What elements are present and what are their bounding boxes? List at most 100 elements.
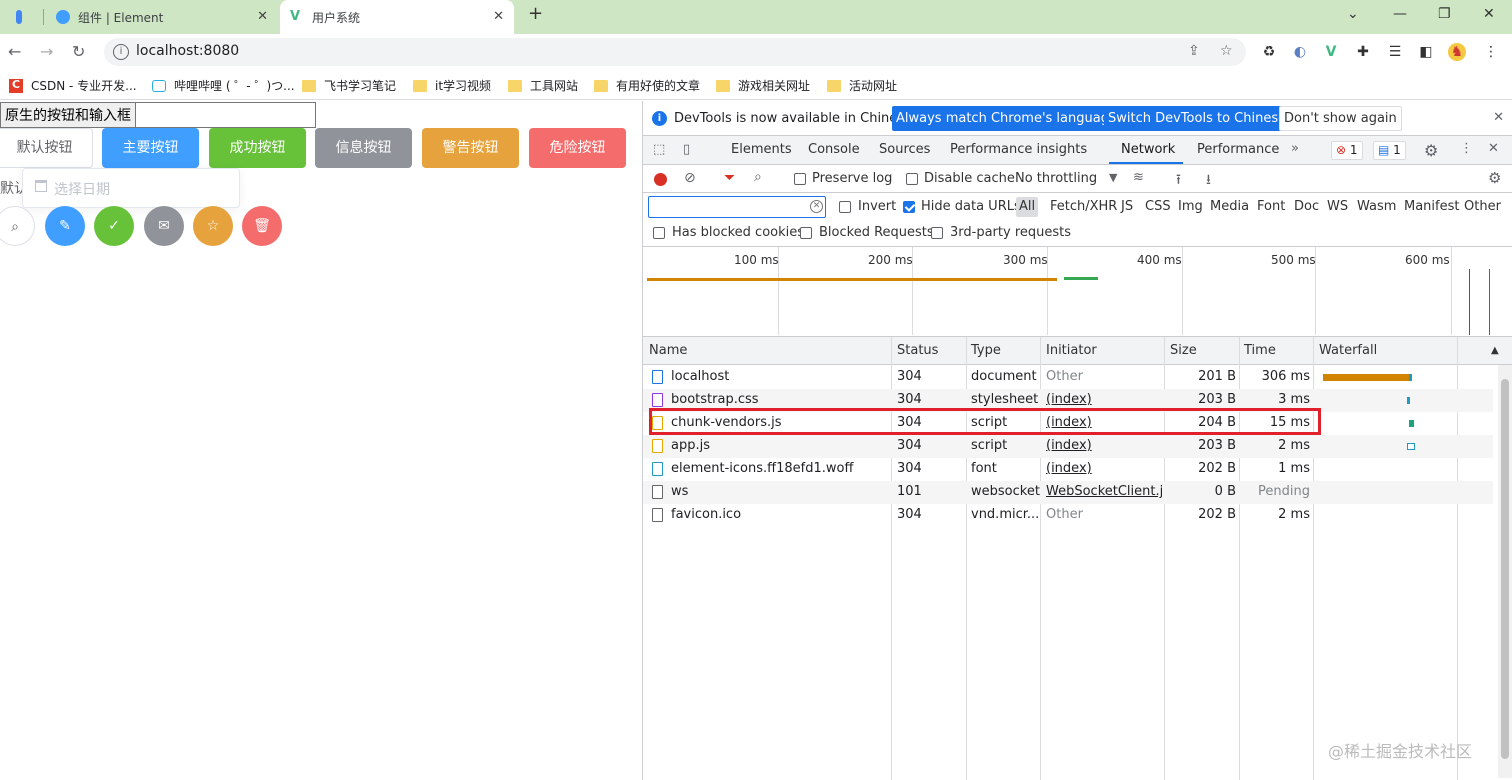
filter-fetch-xhr[interactable]: Fetch/XHR [1050,199,1117,214]
clear-icon[interactable]: ⊘ [684,170,696,186]
sort-asc-icon[interactable]: ▲ [1491,345,1499,356]
throttling-select[interactable]: No throttling [1015,171,1097,186]
avatar[interactable]: ♞ [1448,43,1466,61]
col-waterfall[interactable]: Waterfall [1319,343,1377,358]
reload-icon[interactable]: ↻ [72,42,85,61]
bookmark-events[interactable]: 活动网址 [827,77,897,94]
filter-img[interactable]: Img [1178,199,1203,214]
bookmark-bilibili[interactable]: 哔哩哔哩 ( ゜- ゜)つ... [152,77,295,94]
search-circle-button[interactable]: ⌕ [0,206,35,246]
reading-list-icon[interactable]: ☰ [1386,43,1404,61]
network-conditions-icon[interactable]: ≋ [1133,170,1144,185]
blocked-requests-checkbox[interactable] [800,227,812,239]
import-har-icon[interactable]: ⭱ [1176,169,1181,193]
bookmark-star-icon[interactable]: ☆ [1220,43,1233,59]
filter-other[interactable]: Other [1464,199,1501,214]
date-picker[interactable]: 选择日期 [22,168,240,208]
more-tabs-icon[interactable]: » [1291,141,1299,156]
row-initiator[interactable]: (index) [1046,392,1092,407]
back-icon[interactable]: ← [8,42,21,61]
table-row[interactable]: favicon.ico 304 vnd.micr... Other 202 B … [643,504,1493,527]
dropdown-arrow-icon[interactable]: ▼ [1109,171,1117,184]
tab-performance-insights[interactable]: Performance insights [950,142,1087,157]
puzzle-extensions-icon[interactable]: ✚ [1354,43,1372,61]
native-button[interactable]: 原生的按钮和输入框 [0,102,136,128]
delete-circle-button[interactable]: 🗑 [242,206,282,246]
site-info-icon[interactable]: i [113,44,129,60]
tab-elements[interactable]: Elements [731,142,792,157]
table-row[interactable]: bootstrap.css 304 stylesheet (index) 203… [643,389,1493,412]
close-tab-icon[interactable]: ✕ [257,9,268,24]
scrollbar-thumb[interactable] [1501,379,1509,759]
share-icon[interactable]: ⇪ [1188,43,1200,59]
settings-gear-icon[interactable]: ⚙ [1424,141,1438,160]
table-row[interactable]: ws 101 websocket WebSocketClient.j... 0 … [643,481,1493,504]
device-toolbar-icon[interactable]: ▯ [683,142,690,157]
forward-icon[interactable]: → [40,42,53,61]
col-size[interactable]: Size [1170,343,1197,358]
hide-data-urls-checkbox[interactable] [903,201,915,213]
close-devtools-icon[interactable]: ✕ [1488,141,1499,156]
check-circle-button[interactable]: ✓ [94,206,134,246]
maximize-icon[interactable]: ❐ [1438,6,1451,22]
address-bar[interactable]: i localhost:8080 ⇪ ☆ [104,38,1246,66]
bookmark-tools[interactable]: 工具网站 [508,77,578,94]
bookmark-games[interactable]: 游戏相关网址 [716,77,810,94]
success-button[interactable]: 成功按钮 [209,128,306,168]
clear-filter-icon[interactable]: ✕ [810,200,823,213]
table-row[interactable]: chunk-vendors.js 304 script (index) 204 … [643,412,1493,435]
default-button[interactable]: 默认按钮 [0,128,93,168]
row-initiator[interactable]: WebSocketClient.j... [1046,484,1162,499]
tab-performance[interactable]: Performance [1197,142,1279,157]
filter-media[interactable]: Media [1210,199,1249,214]
filter-input[interactable]: ✕ [648,196,826,218]
blocked-cookies-checkbox[interactable] [653,227,665,239]
info-button[interactable]: 信息按钮 [315,128,412,168]
filter-font[interactable]: Font [1257,199,1285,214]
menu-icon[interactable]: ⋮ [1482,43,1500,61]
row-initiator[interactable]: (index) [1046,461,1092,476]
close-window-icon[interactable]: ✕ [1483,6,1495,22]
export-har-icon[interactable]: ⭳ [1206,169,1211,193]
search-icon[interactable]: ⌕ [754,169,762,185]
danger-button[interactable]: 危险按钮 [529,128,626,168]
filter-all[interactable]: All [1016,197,1039,217]
table-row[interactable]: localhost 304 document Other 201 B 306 m… [643,366,1493,389]
col-time[interactable]: Time [1244,343,1276,358]
table-row[interactable]: app.js 304 script (index) 203 B 2 ms [643,435,1493,458]
more-options-icon[interactable]: ⋮ [1460,141,1473,156]
browser-tab-element[interactable]: 组件 | Element ✕ [46,0,278,34]
preserve-log-checkbox[interactable] [794,173,806,185]
star-circle-button[interactable]: ☆ [193,206,233,246]
match-language-button[interactable]: Always match Chrome's language [892,106,1121,131]
browser-tab-docs[interactable] [6,0,40,34]
col-status[interactable]: Status [897,343,938,358]
record-icon[interactable] [654,173,667,186]
filter-css[interactable]: CSS [1145,199,1171,214]
error-count-badge[interactable]: ⊗ 1 [1331,141,1363,160]
col-initiator[interactable]: Initiator [1046,343,1097,358]
filter-icon[interactable]: ⏷ [724,170,735,186]
side-panel-icon[interactable]: ◧ [1417,43,1435,61]
network-settings-icon[interactable]: ⚙ [1488,169,1501,187]
recycle-extension-icon[interactable]: ♻ [1260,43,1278,61]
filter-wasm[interactable]: Wasm [1357,199,1396,214]
switch-chinese-button[interactable]: Switch DevTools to Chinese [1104,106,1291,131]
col-type[interactable]: Type [971,343,1001,358]
disable-cache-checkbox[interactable] [906,173,918,185]
filter-js[interactable]: JS [1121,199,1133,214]
edit-circle-button[interactable]: ✎ [45,206,85,246]
native-input[interactable] [135,102,316,128]
tab-search-icon[interactable]: ⌄ [1347,6,1359,22]
new-tab-icon[interactable]: + [528,3,543,24]
inspect-element-icon[interactable]: ⬚ [653,142,665,157]
row-initiator[interactable]: (index) [1046,415,1092,430]
primary-button[interactable]: 主要按钮 [102,128,199,168]
row-initiator[interactable]: (index) [1046,438,1092,453]
col-name[interactable]: Name [649,343,687,358]
message-count-badge[interactable]: ▤ 1 [1373,141,1406,160]
close-infobar-icon[interactable]: ✕ [1493,110,1504,125]
bookmark-feishu[interactable]: 飞书学习笔记 [302,77,396,94]
tab-sources[interactable]: Sources [879,142,930,157]
warning-button[interactable]: 警告按钮 [422,128,519,168]
